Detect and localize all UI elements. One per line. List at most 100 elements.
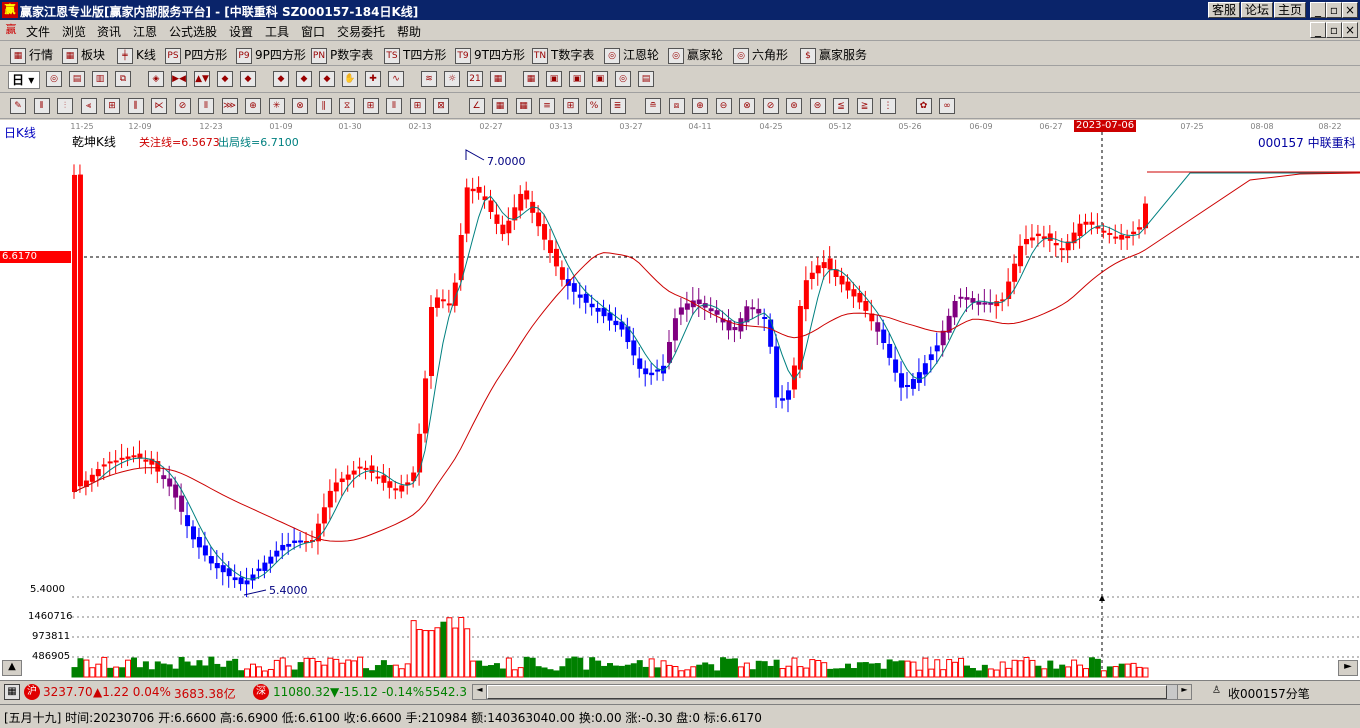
draw-tool-11-icon[interactable]: ✳	[268, 98, 285, 114]
draw-tool-31-icon[interactable]: ⊘	[762, 98, 779, 114]
scroll-right-icon[interactable]: ►	[1177, 685, 1191, 699]
calendar-icon[interactable]: ▣	[546, 71, 562, 87]
menu-formula[interactable]: 公式选股	[169, 23, 217, 40]
draw-tool-12-icon[interactable]: ⊗	[292, 98, 308, 114]
toolbar-wheel2-button[interactable]: ◎ 赢家轮	[668, 46, 723, 64]
child-maximize-icon[interactable]: ▫	[1326, 22, 1342, 38]
hist-icon[interactable]: ◈	[148, 71, 164, 87]
forum-button[interactable]: 论坛	[1241, 2, 1273, 18]
draw-tool-24-icon[interactable]: %	[586, 98, 602, 114]
draw-tool-13-icon[interactable]: ∥	[315, 98, 332, 114]
cycle-icon[interactable]: ▦	[523, 71, 539, 87]
draw-tool-0-icon[interactable]: ✎	[10, 98, 26, 114]
draw-tool-10-icon[interactable]: ⊕	[245, 98, 261, 114]
menu-browse[interactable]: 浏览	[62, 23, 86, 40]
draw-tool-38-icon[interactable]: ∞	[939, 98, 955, 114]
draw-tool-16-icon[interactable]: ⦀	[386, 98, 402, 114]
draw-tool-26-icon[interactable]: ≘	[645, 98, 661, 114]
hand-icon[interactable]: ≋	[421, 71, 437, 87]
draw-tool-15-icon[interactable]: ⊞	[362, 98, 379, 114]
draw-tool-2-icon[interactable]: ⫶	[57, 98, 73, 114]
draw-tool-21-icon[interactable]: ▦	[515, 98, 532, 114]
chart-icon[interactable]: ⧉	[115, 71, 131, 87]
grid-icon[interactable]: ▦	[4, 684, 20, 700]
draw-tool-33-icon[interactable]: ⊜	[809, 98, 826, 114]
cross-icon[interactable]: ☼	[444, 71, 460, 87]
draw-tool-23-icon[interactable]: ⊞	[562, 98, 579, 114]
toolbar-dollar-button[interactable]: $ 赢家服务	[800, 46, 867, 64]
scrollbar[interactable]: ◄ ►	[472, 684, 1192, 700]
draw-tool-17-icon[interactable]: ⊞	[409, 98, 426, 114]
toolbar-candle-button[interactable]: ╪ K线	[117, 46, 156, 64]
toolbar-p9-button[interactable]: P9 9P四方形	[236, 46, 306, 64]
toolbar-p-button[interactable]: PS P四方形	[165, 46, 227, 64]
diamond-icon[interactable]: ◆	[319, 71, 335, 87]
draw-tool-22-icon[interactable]: ≡	[539, 98, 555, 114]
draw-tool-8-icon[interactable]: ⦀	[198, 98, 214, 114]
save-icon[interactable]: ▣	[592, 71, 608, 87]
tick-detail-label[interactable]: 收000157分笔	[1228, 685, 1310, 702]
draw-tool-28-icon[interactable]: ⊕	[692, 98, 708, 114]
maximize-icon[interactable]: ▫	[1326, 2, 1342, 18]
homepage-button[interactable]: 主页	[1274, 2, 1306, 18]
toolbar-hexagon-button[interactable]: ◎ 六角形	[733, 46, 788, 64]
last-icon[interactable]: ◆	[273, 71, 289, 87]
toolbar-ts-button[interactable]: TS T四方形	[384, 46, 446, 64]
draw-tool-14-icon[interactable]: ⧖	[339, 98, 355, 114]
draw-tool-35-icon[interactable]: ≧	[856, 98, 873, 114]
service-button[interactable]: 客服	[1208, 2, 1240, 18]
kline-chart[interactable]: 11-25 12-09 12-23 01-09 01-30 02-13 02-27 03-13…	[0, 120, 1360, 680]
trend-icon[interactable]: ▦	[490, 71, 506, 87]
menu-news[interactable]: 资讯	[97, 23, 121, 40]
toolbar-tn-button[interactable]: TN T数字表	[532, 46, 594, 64]
draw-tool-18-icon[interactable]: ⊠	[433, 98, 449, 114]
diamond-icon[interactable]: ∿	[388, 71, 404, 87]
toolbar-grid-button[interactable]: ▦ 板块	[62, 46, 105, 64]
draw-tool-3-icon[interactable]: ⫷	[80, 98, 97, 114]
toolbar-pn-button[interactable]: PN P数字表	[311, 46, 373, 64]
doc2-icon[interactable]: ▥	[92, 71, 108, 87]
draw-tool-7-icon[interactable]: ⊘	[174, 98, 191, 114]
target-icon[interactable]: ◎	[46, 71, 62, 87]
print-icon[interactable]: ◎	[615, 71, 631, 87]
prev-icon[interactable]: ◆	[217, 71, 233, 87]
menu-help[interactable]: 帮助	[397, 23, 421, 40]
child-close-icon[interactable]: ×	[1342, 22, 1358, 38]
minimize-icon[interactable]: _	[1310, 2, 1326, 18]
draw-tool-32-icon[interactable]: ⊛	[786, 98, 802, 114]
draw-tool-29-icon[interactable]: ⊖	[715, 98, 732, 114]
draw-tool-37-icon[interactable]: ✿	[915, 98, 932, 114]
menu-tools[interactable]: 工具	[265, 23, 289, 40]
diamond-icon[interactable]: ◆	[296, 71, 312, 87]
export-icon[interactable]: ▤	[638, 71, 654, 87]
period-select[interactable]: 日 ▾	[8, 71, 40, 89]
draw-tool-34-icon[interactable]: ≦	[833, 98, 849, 114]
scroll-thumb[interactable]	[487, 685, 1167, 699]
diamond-icon[interactable]: ✋	[342, 71, 358, 87]
draw-tool-5-icon[interactable]: ⫼	[127, 98, 144, 114]
expand-icon[interactable]: ►	[1338, 660, 1358, 676]
menu-file[interactable]: 文件	[26, 23, 50, 40]
toolbar-t9-button[interactable]: T9 9T四方形	[455, 46, 525, 64]
menu-gann[interactable]: 江恩	[133, 23, 157, 40]
toolbar-table-button[interactable]: ▦ 行情	[10, 46, 53, 64]
close-icon[interactable]: ×	[1342, 2, 1358, 18]
diamond-icon[interactable]: ✚	[365, 71, 381, 87]
flag-icon[interactable]: ▶◀	[171, 71, 187, 87]
draw-tool-36-icon[interactable]: ⋮	[880, 98, 896, 114]
scroll-left-icon[interactable]: ◄	[473, 685, 487, 699]
first-icon[interactable]: ▲▼	[194, 71, 210, 87]
draw-tool-20-icon[interactable]: ▦	[492, 98, 508, 114]
zoom-up-icon[interactable]: ▲	[2, 660, 22, 676]
draw-tool-30-icon[interactable]: ⊗	[739, 98, 755, 114]
toolbar-wheel-button[interactable]: ◎ 江恩轮	[604, 46, 659, 64]
draw-tool-6-icon[interactable]: ⋉	[151, 98, 167, 114]
draw-tool-1-icon[interactable]: ⦀	[33, 98, 50, 114]
draw-tool-19-icon[interactable]: ∠	[468, 98, 485, 114]
doc-icon[interactable]: ▤	[69, 71, 85, 87]
menu-window[interactable]: 窗口	[301, 23, 325, 40]
child-minimize-icon[interactable]: _	[1310, 22, 1326, 38]
draw-tool-27-icon[interactable]: ⧈	[668, 98, 685, 114]
wave-icon[interactable]: 21	[467, 71, 483, 87]
next-icon[interactable]: ◆	[240, 71, 256, 87]
